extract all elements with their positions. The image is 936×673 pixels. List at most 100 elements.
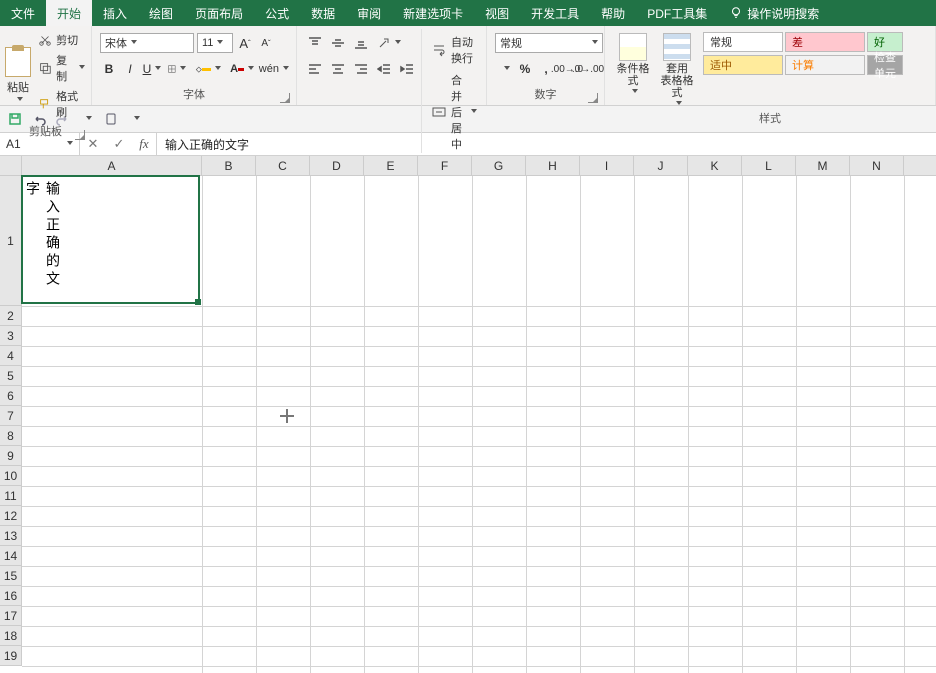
number-format-combo[interactable]: 常规 xyxy=(495,33,603,53)
italic-button[interactable]: I xyxy=(121,59,139,79)
increase-indent-button[interactable] xyxy=(397,59,417,79)
clipboard-icon xyxy=(5,47,31,77)
chevron-down-icon xyxy=(17,97,23,104)
tab-draw[interactable]: 绘图 xyxy=(138,0,184,26)
fill-handle[interactable] xyxy=(195,299,201,305)
wrap-text-button[interactable]: 自动换行 xyxy=(430,33,479,67)
select-all-corner[interactable] xyxy=(0,156,22,176)
col-header-K[interactable]: K xyxy=(688,156,742,175)
col-header-A[interactable]: A xyxy=(22,156,202,175)
align-top-button[interactable] xyxy=(305,33,325,53)
dialog-launcher-icon[interactable] xyxy=(280,93,290,103)
bold-button[interactable]: B xyxy=(100,59,118,79)
col-header-H[interactable]: H xyxy=(526,156,580,175)
font-size-combo[interactable]: 11 xyxy=(197,33,233,53)
font-color-button[interactable]: A xyxy=(227,59,257,79)
row-header-2[interactable]: 2 xyxy=(0,306,21,326)
col-header-B[interactable]: B xyxy=(202,156,256,175)
row-header-9[interactable]: 9 xyxy=(0,446,21,466)
tell-me-search[interactable]: 操作说明搜索 xyxy=(718,0,830,26)
align-middle-button[interactable] xyxy=(328,33,348,53)
align-bottom-button[interactable] xyxy=(351,33,371,53)
borders-button[interactable] xyxy=(165,59,189,79)
row-header-14[interactable]: 14 xyxy=(0,546,21,566)
col-header-E[interactable]: E xyxy=(364,156,418,175)
tab-help[interactable]: 帮助 xyxy=(590,0,636,26)
tab-formulas[interactable]: 公式 xyxy=(254,0,300,26)
col-header-G[interactable]: G xyxy=(472,156,526,175)
align-left-button[interactable] xyxy=(305,59,325,79)
tab-newtab[interactable]: 新建选项卡 xyxy=(392,0,474,26)
percent-button[interactable]: % xyxy=(516,59,534,79)
row-header-6[interactable]: 6 xyxy=(0,386,21,406)
style-check-cell[interactable]: 检查单元 xyxy=(867,55,903,75)
accounting-format-button[interactable] xyxy=(495,59,513,79)
col-header-D[interactable]: D xyxy=(310,156,364,175)
orientation-button[interactable] xyxy=(374,33,404,53)
row-header-4[interactable]: 4 xyxy=(0,346,21,366)
cond-format-icon xyxy=(619,33,647,61)
row-header-10[interactable]: 10 xyxy=(0,466,21,486)
dialog-launcher-icon[interactable] xyxy=(75,130,85,140)
col-header-L[interactable]: L xyxy=(742,156,796,175)
dialog-launcher-icon[interactable] xyxy=(588,93,598,103)
col-header-J[interactable]: J xyxy=(634,156,688,175)
col-header-M[interactable]: M xyxy=(796,156,850,175)
formula-input[interactable]: 输入正确的文字 xyxy=(157,133,936,155)
tab-pdf[interactable]: PDF工具集 xyxy=(636,0,718,26)
tab-layout[interactable]: 页面布局 xyxy=(184,0,254,26)
chevron-down-icon xyxy=(592,40,598,47)
format-as-table-button[interactable]: 套用 表格格式 xyxy=(657,33,697,108)
paste-button[interactable]: 粘贴 xyxy=(4,29,32,121)
tab-view[interactable]: 视图 xyxy=(474,0,520,26)
row-header-8[interactable]: 8 xyxy=(0,426,21,446)
row-header-15[interactable]: 15 xyxy=(0,566,21,586)
row-header-11[interactable]: 11 xyxy=(0,486,21,506)
style-normal[interactable]: 常规 xyxy=(703,32,783,52)
row-header-12[interactable]: 12 xyxy=(0,506,21,526)
col-header-N[interactable]: N xyxy=(850,156,904,175)
phonetic-button[interactable]: wén xyxy=(260,59,288,79)
chevron-down-icon xyxy=(676,101,682,108)
col-header-C[interactable]: C xyxy=(256,156,310,175)
touch-mode-button[interactable] xyxy=(102,110,120,128)
tab-file[interactable]: 文件 xyxy=(0,0,46,26)
row-header-5[interactable]: 5 xyxy=(0,366,21,386)
row-header-19[interactable]: 19 xyxy=(0,646,21,666)
decrease-font-button[interactable]: Aˇ xyxy=(257,33,275,53)
increase-font-button[interactable]: Aˆ xyxy=(236,33,254,53)
row-header-3[interactable]: 3 xyxy=(0,326,21,346)
style-neutral[interactable]: 适中 xyxy=(703,55,783,75)
col-header-F[interactable]: F xyxy=(418,156,472,175)
fx-icon[interactable]: fx xyxy=(132,136,156,152)
decrease-indent-button[interactable] xyxy=(374,59,394,79)
style-bad[interactable]: 差 xyxy=(785,32,865,52)
tab-review[interactable]: 审阅 xyxy=(346,0,392,26)
merge-icon xyxy=(432,105,446,119)
row-header-1[interactable]: 1 xyxy=(0,176,21,306)
enter-formula-button[interactable]: ✓ xyxy=(106,136,132,152)
row-header-18[interactable]: 18 xyxy=(0,626,21,646)
qat-more-button[interactable] xyxy=(126,110,144,128)
cut-button[interactable]: 剪切 xyxy=(36,31,87,49)
row-header-7[interactable]: 7 xyxy=(0,406,21,426)
style-calculation[interactable]: 计算 xyxy=(785,55,865,75)
fill-color-button[interactable] xyxy=(192,59,225,79)
chevron-down-icon xyxy=(217,40,223,47)
col-header-I[interactable]: I xyxy=(580,156,634,175)
conditional-format-button[interactable]: 条件格式 xyxy=(613,33,653,108)
font-family-combo[interactable]: 宋体 xyxy=(100,33,194,53)
tab-home[interactable]: 开始 xyxy=(46,0,92,26)
row-header-13[interactable]: 13 xyxy=(0,526,21,546)
decrease-decimal-button[interactable]: .0→.00 xyxy=(579,59,597,79)
tab-insert[interactable]: 插入 xyxy=(92,0,138,26)
row-header-17[interactable]: 17 xyxy=(0,606,21,626)
underline-button[interactable]: U xyxy=(142,59,162,79)
align-right-button[interactable] xyxy=(351,59,371,79)
tab-data[interactable]: 数据 xyxy=(300,0,346,26)
align-center-button[interactable] xyxy=(328,59,348,79)
row-header-16[interactable]: 16 xyxy=(0,586,21,606)
cells-area[interactable]: 输入正确的文字 xyxy=(22,176,936,673)
copy-button[interactable]: 复制 xyxy=(36,51,87,85)
tab-dev[interactable]: 开发工具 xyxy=(520,0,590,26)
